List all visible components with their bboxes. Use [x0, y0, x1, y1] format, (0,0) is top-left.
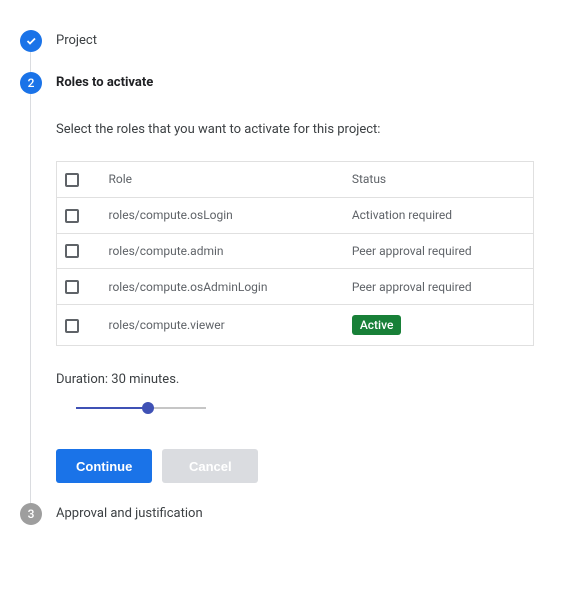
- step-indicator-inactive: 3: [20, 503, 42, 525]
- role-cell: roles/compute.osLogin: [101, 197, 344, 233]
- select-all-checkbox[interactable]: [65, 173, 79, 187]
- step-indicator-active: 2: [20, 72, 42, 94]
- cancel-button[interactable]: Cancel: [162, 449, 258, 483]
- slider-thumb[interactable]: [142, 402, 154, 414]
- duration-label: Duration: 30 minutes.: [56, 372, 534, 387]
- step-roles: 2 Roles to activate Select the roles tha…: [20, 72, 544, 503]
- status-cell: Peer approval required: [344, 269, 534, 305]
- instruction-text: Select the roles that you want to activa…: [56, 122, 534, 137]
- check-icon: [25, 35, 37, 47]
- header-role: Role: [101, 162, 344, 198]
- step-title-roles: Roles to activate: [56, 72, 544, 94]
- continue-button[interactable]: Continue: [56, 449, 152, 483]
- role-cell: roles/compute.osAdminLogin: [101, 269, 344, 305]
- stepper: Project 2 Roles to activate Select the r…: [20, 30, 544, 545]
- row-checkbox[interactable]: [65, 280, 79, 294]
- status-cell: Activation required: [344, 197, 534, 233]
- button-row: Continue Cancel: [56, 449, 534, 483]
- table-row: roles/compute.osAdminLogin Peer approval…: [57, 269, 534, 305]
- header-checkbox-cell: [57, 162, 101, 198]
- role-cell: roles/compute.admin: [101, 233, 344, 269]
- table-row: roles/compute.admin Peer approval requir…: [57, 233, 534, 269]
- roles-table: Role Status roles/compute.osLogin Activa…: [56, 161, 534, 346]
- step-indicator-completed: [20, 30, 42, 52]
- step-title-approval[interactable]: Approval and justification: [56, 503, 544, 525]
- status-cell: Peer approval required: [344, 233, 534, 269]
- step-connector: [30, 94, 31, 503]
- status-cell: Active: [344, 305, 534, 346]
- row-checkbox[interactable]: [65, 209, 79, 223]
- row-checkbox[interactable]: [65, 319, 79, 333]
- header-status: Status: [344, 162, 534, 198]
- slider-fill: [76, 407, 148, 409]
- duration-block: Duration: 30 minutes.: [56, 372, 534, 415]
- step-body: Select the roles that you want to activa…: [56, 122, 544, 483]
- step-project: Project: [20, 30, 544, 72]
- status-badge-active: Active: [352, 315, 402, 335]
- table-row: roles/compute.viewer Active: [57, 305, 534, 346]
- row-checkbox[interactable]: [65, 244, 79, 258]
- table-header-row: Role Status: [57, 162, 534, 198]
- duration-slider[interactable]: [76, 401, 206, 415]
- role-cell: roles/compute.viewer: [101, 305, 344, 346]
- table-row: roles/compute.osLogin Activation require…: [57, 197, 534, 233]
- step-title-project[interactable]: Project: [56, 30, 544, 52]
- step-approval: 3 Approval and justification: [20, 503, 544, 545]
- step-connector: [30, 52, 31, 72]
